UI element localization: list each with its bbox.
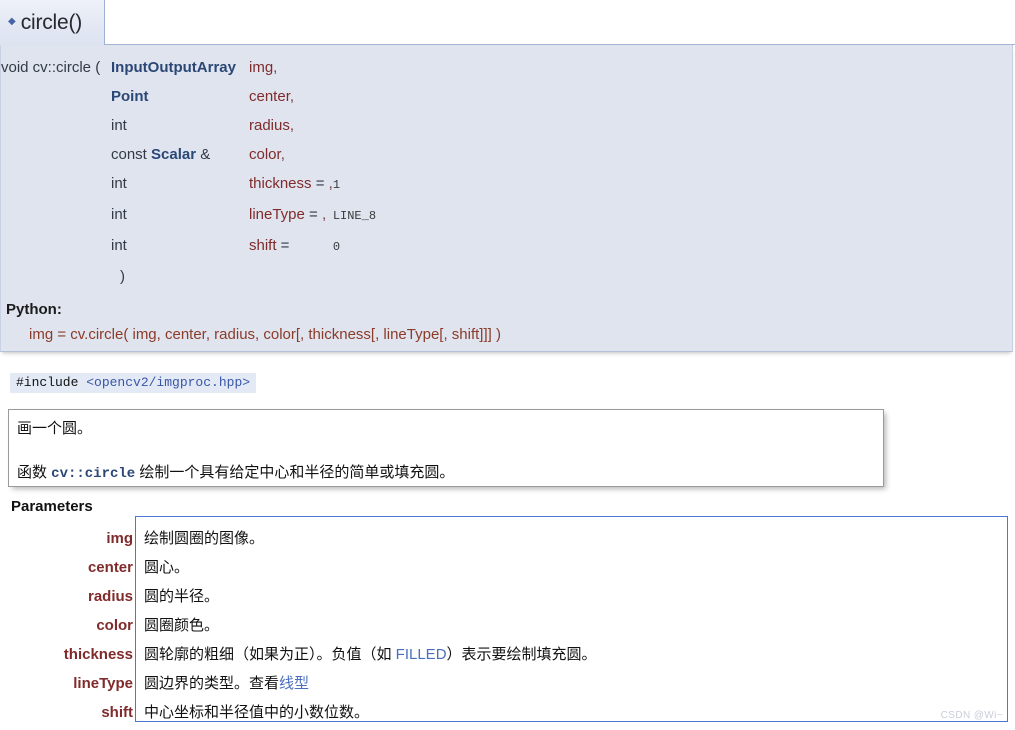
param-comma: , <box>280 146 285 163</box>
page-title: circle() <box>20 10 83 34</box>
description-text-post: ）表示要绘制填充圆。 <box>446 646 597 663</box>
parameter-name: thickness <box>63 646 133 663</box>
param-comma: , <box>321 206 327 223</box>
param-default-value: 0 <box>332 240 341 254</box>
table-row: thickness 圆轮廓的粗细（如果为正）。负值（如 FILLED）表示要绘制… <box>0 640 1008 669</box>
table-row: img 绘制圆圈的图像。 <box>0 524 1008 553</box>
parameters-heading: Parameters <box>11 498 93 515</box>
parameter-description: 中心坐标和半径值中的小数位数。 <box>144 704 370 721</box>
parameter-name: img <box>106 530 133 547</box>
signature-table: void cv::circle ( InputOutputArray img, … <box>1 53 376 291</box>
param-type: int <box>111 206 127 223</box>
param-equals: = <box>304 206 322 223</box>
signature-row: void cv::circle ( InputOutputArray img, <box>1 53 376 82</box>
parameter-name: color <box>96 617 133 634</box>
param-name: radius <box>249 117 290 134</box>
param-name: img <box>249 59 274 76</box>
parameter-description: 圆边界的类型。查看线型 <box>136 669 1008 698</box>
param-name: shift <box>249 237 277 254</box>
signature-close-paren: ) <box>120 268 125 285</box>
table-row: radius 圆的半径。 <box>0 582 1008 611</box>
description-line-2: 函数 cv::circle 绘制一个具有给定中心和半径的简单或填充圆。 <box>17 461 875 482</box>
description-prefix: 函数 <box>17 464 52 481</box>
param-type: int <box>111 117 127 134</box>
signature-row-close: ) <box>1 262 376 291</box>
parameter-name: center <box>87 559 133 576</box>
param-type-const: const <box>111 146 152 163</box>
parameter-name: shift <box>101 704 133 721</box>
include-header-path: <opencv2/imgproc.hpp> <box>86 375 251 390</box>
signature-row: int lineType = , LINE_8 <box>1 200 376 231</box>
diamond-bullet-icon: ◆ <box>8 15 16 27</box>
param-type: InputOutputArray <box>111 59 236 76</box>
param-name: lineType <box>249 206 305 223</box>
description-text-pre: 圆边界的类型。查看 <box>144 675 280 692</box>
param-comma: , <box>289 88 295 105</box>
description-code-ref: cv::circle <box>51 466 136 482</box>
description-box: 画一个圆。 函数 cv::circle 绘制一个具有给定中心和半径的简单或填充圆… <box>8 409 884 487</box>
function-signature-block: void cv::circle ( InputOutputArray img, … <box>0 45 1013 352</box>
python-signature: img = cv.circle( img, center, radius, co… <box>29 326 501 343</box>
table-row: shift 中心坐标和半径值中的小数位数。 <box>0 698 1008 727</box>
description-suffix: 绘制一个具有给定中心和半径的简单或填充圆。 <box>135 464 455 481</box>
description-text-pre: 圆轮廓的粗细（如果为正）。负值（如 <box>144 646 396 663</box>
table-row: lineType 圆边界的类型。查看线型 <box>0 669 1008 698</box>
param-type: int <box>111 237 127 254</box>
description-line-1: 画一个圆。 <box>17 420 93 437</box>
param-name: color <box>249 146 281 163</box>
param-name: thickness <box>249 175 312 192</box>
param-comma: , <box>289 117 295 134</box>
param-equals: = <box>276 237 290 254</box>
param-type: Scalar <box>151 146 197 163</box>
linetype-link[interactable]: 线型 <box>279 675 309 692</box>
parameter-description: 圆心。 <box>144 559 190 576</box>
filled-link[interactable]: FILLED <box>396 646 447 663</box>
param-type-ref: & <box>196 146 211 163</box>
signature-row: const Scalar & color, <box>1 140 376 169</box>
signature-row: int thickness = , 1 <box>1 169 376 200</box>
param-default-value: LINE_8 <box>332 209 377 223</box>
param-type: int <box>111 175 127 192</box>
signature-row: Point center, <box>1 82 376 111</box>
param-comma: , <box>273 59 278 76</box>
param-type: Point <box>111 88 149 105</box>
parameter-name: lineType <box>73 675 133 692</box>
watermark: CSDN @Wi~ <box>940 710 1003 721</box>
signature-return-type: void cv::circle ( <box>1 59 101 76</box>
parameter-name: radius <box>87 588 133 605</box>
member-header-strip: ◆ circle() <box>0 0 1015 45</box>
parameter-description: 圆圈颜色。 <box>144 617 220 634</box>
param-default-value: 1 <box>332 178 341 192</box>
signature-row: int radius, <box>1 111 376 140</box>
member-title-tab[interactable]: ◆ circle() <box>0 0 105 45</box>
include-keyword: #include <box>16 375 87 390</box>
parameters-table: img 绘制圆圈的图像。 center 圆心。 radius 圆的半径。 col… <box>0 524 1008 727</box>
table-row: center 圆心。 <box>0 553 1008 582</box>
parameter-description: 圆的半径。 <box>144 588 220 605</box>
table-row: color 圆圈颜色。 <box>0 611 1008 640</box>
signature-row: int shift = 0 <box>1 231 376 262</box>
param-name: center <box>249 88 290 105</box>
parameter-description: 圆轮廓的粗细（如果为正）。负值（如 FILLED）表示要绘制填充圆。 <box>136 640 1008 669</box>
param-equals: = <box>311 175 329 192</box>
include-directive: #include <opencv2/imgproc.hpp> <box>10 373 257 393</box>
parameter-description: 绘制圆圈的图像。 <box>144 530 265 547</box>
python-section-label: Python: <box>6 301 62 318</box>
